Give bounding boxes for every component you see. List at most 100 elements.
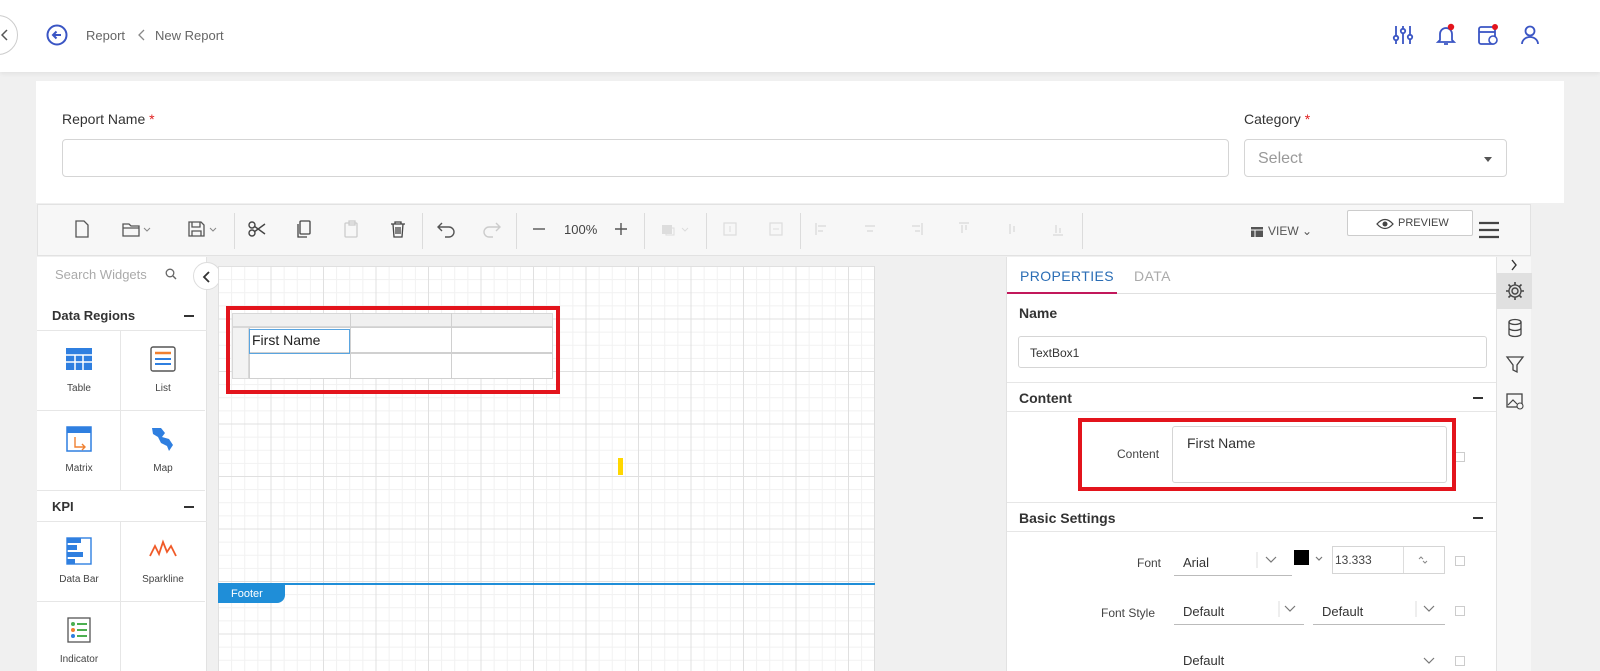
font-decoration-expression-checkbox[interactable] [1455, 656, 1465, 666]
widget-list[interactable]: List [121, 331, 205, 411]
section-kpi[interactable]: KPI [37, 490, 207, 522]
collapse-minus-icon[interactable] [184, 315, 194, 317]
widget-label: Data Bar [59, 574, 99, 585]
font-decoration-dropdown[interactable]: Default [1174, 645, 1445, 671]
redo-icon[interactable] [482, 220, 502, 238]
widget-panel: Search Widgets Data Regions Table List M… [37, 257, 207, 671]
font-style-expression-checkbox[interactable] [1455, 606, 1465, 616]
widget-indicator[interactable]: Indicator [37, 602, 121, 671]
font-style-dropdown[interactable]: Default [1174, 595, 1304, 625]
widget-panel-toggle[interactable] [193, 262, 221, 290]
notification-bell-icon[interactable] [1434, 23, 1458, 47]
copy-icon[interactable] [296, 220, 312, 238]
matrix-icon [66, 426, 92, 452]
chevron-down-icon[interactable] [1314, 555, 1324, 563]
active-tab-indicator [1007, 292, 1117, 294]
settings-sliders-icon[interactable] [1391, 23, 1415, 47]
eye-icon [1376, 218, 1394, 230]
zoom-in-icon[interactable] [614, 220, 628, 238]
font-color-swatch[interactable] [1294, 550, 1309, 565]
new-file-icon[interactable] [74, 220, 90, 238]
breadcrumb-report[interactable]: Report [86, 28, 125, 43]
align-bottom-icon[interactable] [1050, 220, 1066, 238]
section-title: Data Regions [52, 308, 136, 323]
spinner-arrows-icon[interactable] [1418, 556, 1428, 564]
rail-data-button[interactable] [1497, 310, 1532, 346]
nav-collapse-button[interactable] [0, 15, 18, 55]
font-expression-checkbox[interactable] [1455, 556, 1465, 566]
widget-matrix[interactable]: Matrix [37, 411, 121, 491]
align-top-icon[interactable] [956, 220, 972, 238]
collapse-minus-icon[interactable] [184, 506, 194, 508]
tab-properties[interactable]: PROPERTIES [1020, 268, 1114, 284]
gear-icon [1506, 282, 1524, 300]
undo-icon[interactable] [436, 220, 456, 238]
rail-image-button[interactable] [1497, 383, 1532, 419]
insert-row-icon[interactable] [722, 220, 738, 238]
toolbar-separator [644, 213, 645, 249]
toolbar-separator [422, 213, 423, 249]
category-label-text: Category [1244, 111, 1301, 127]
designer-toolbar: 100% VIEW ⌄ PREVIEW [37, 204, 1531, 256]
open-folder-icon[interactable] [122, 220, 152, 238]
tasks-calendar-icon[interactable] [1476, 23, 1500, 47]
collapse-minus-icon[interactable] [1473, 517, 1483, 519]
rail-properties-button[interactable] [1497, 273, 1532, 309]
breadcrumb-new-report: New Report [155, 28, 224, 43]
list-icon [150, 346, 176, 372]
align-left-icon[interactable] [814, 220, 830, 238]
menu-icon[interactable] [1478, 220, 1500, 240]
widget-sparkline[interactable]: Sparkline [121, 522, 205, 602]
toolbar-separator [516, 213, 517, 249]
category-select[interactable]: Select [1244, 139, 1507, 177]
name-input[interactable]: TextBox1 [1018, 336, 1487, 368]
widget-label: Indicator [59, 654, 99, 665]
section-data-regions[interactable]: Data Regions [37, 299, 207, 331]
footer-label: Footer [231, 588, 263, 600]
section-title: Basic Settings [1019, 510, 1116, 526]
chevron-down-icon [1415, 601, 1435, 617]
content-expression-checkbox[interactable] [1455, 452, 1465, 462]
save-icon[interactable] [188, 220, 220, 238]
chevron-right-icon[interactable] [1510, 259, 1518, 271]
rail-filter-button[interactable] [1497, 346, 1532, 382]
highlight-box-table [226, 306, 560, 394]
widget-table[interactable]: Table [37, 331, 121, 411]
zoom-out-icon[interactable] [532, 220, 546, 238]
user-profile-icon[interactable] [1518, 23, 1542, 47]
toolbar-separator [800, 213, 801, 249]
widget-label: Matrix [65, 463, 93, 474]
section-title: KPI [52, 499, 74, 514]
chevron-down-icon [1423, 657, 1435, 664]
font-weight-value: Default [1322, 604, 1364, 619]
paste-icon[interactable] [343, 220, 361, 238]
footer-tab[interactable]: Footer [218, 585, 285, 603]
insert-column-icon[interactable] [768, 220, 784, 238]
report-name-input[interactable] [62, 139, 1229, 177]
preview-button[interactable]: PREVIEW [1347, 210, 1473, 236]
footer-divider[interactable] [218, 583, 875, 585]
font-weight-dropdown[interactable]: Default [1313, 595, 1445, 625]
delete-icon[interactable] [390, 220, 406, 238]
view-dropdown[interactable]: VIEW ⌄ [1268, 224, 1312, 238]
widget-data-bar[interactable]: Data Bar [37, 522, 121, 602]
align-center-icon[interactable] [862, 220, 878, 238]
collapse-minus-icon[interactable] [1473, 397, 1483, 399]
align-right-icon[interactable] [908, 220, 924, 238]
tab-data[interactable]: DATA [1134, 268, 1171, 284]
font-family-dropdown[interactable]: Arial [1174, 546, 1292, 576]
chevron-left-icon [202, 271, 210, 283]
section-basic-settings[interactable]: Basic Settings [1007, 502, 1497, 532]
align-middle-icon[interactable] [1004, 220, 1020, 238]
order-icon[interactable] [660, 220, 690, 238]
font-size-input[interactable]: 13.333 [1332, 546, 1445, 574]
cut-icon[interactable] [248, 220, 266, 238]
widget-label: Table [67, 383, 91, 394]
widget-map[interactable]: Map [121, 411, 205, 491]
widget-search-input[interactable]: Search Widgets [55, 267, 147, 282]
section-content[interactable]: Content [1007, 382, 1497, 412]
font-style-label: Font Style [1101, 606, 1156, 620]
back-arrow-icon[interactable] [46, 24, 68, 46]
font-style-value: Default [1183, 604, 1225, 619]
search-icon[interactable] [165, 268, 177, 280]
